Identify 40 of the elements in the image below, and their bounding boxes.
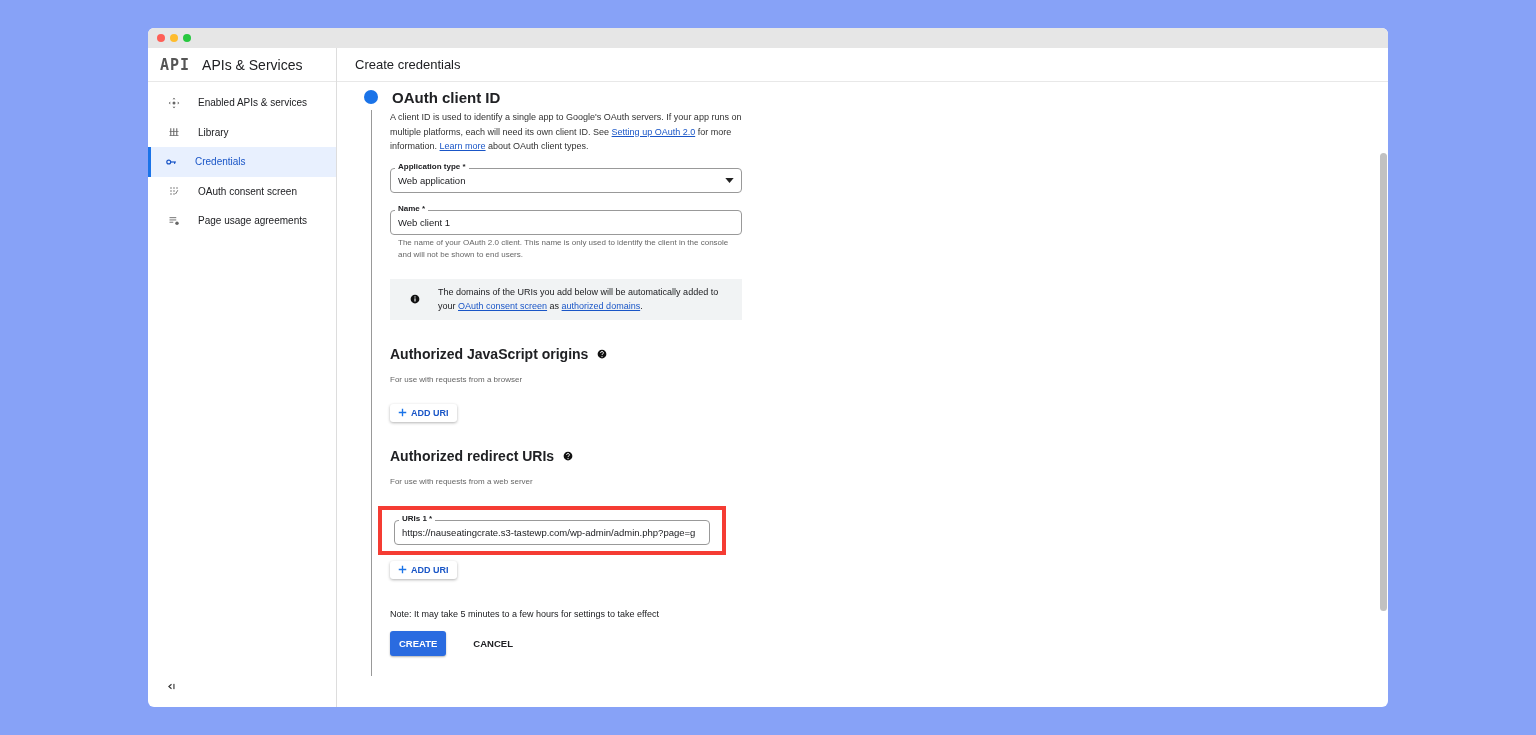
- help-link[interactable]: Learn more: [439, 141, 486, 151]
- plus-icon: [398, 565, 407, 574]
- sidebar-item[interactable]: Enabled APIs & services: [148, 88, 336, 118]
- section-heading: Authorized JavaScript origins: [390, 345, 589, 362]
- field-hint: The name of your OAuth 2.0 client. This name is only used to identify the client in the console and will not be shown to end users.: [398, 236, 730, 261]
- sidebar-item[interactable]: Credentials: [148, 147, 336, 177]
- add-uri-button[interactable]: ADD URI: [390, 403, 457, 422]
- page-title: Create credentials: [355, 57, 461, 72]
- collapse-icon[interactable]: [167, 682, 176, 691]
- step-title: OAuth client ID: [392, 88, 501, 106]
- sidebar-item[interactable]: Library: [148, 117, 336, 147]
- help-icon[interactable]: [597, 348, 608, 359]
- section-subtitle: For use with requests from a browser: [390, 374, 524, 384]
- sidebar-item[interactable]: OAuth consent screen: [148, 176, 336, 206]
- caret-icon: [725, 177, 734, 183]
- section-subtitle: For use with requests from a web server: [390, 476, 534, 486]
- maximize-icon[interactable]: [183, 34, 191, 42]
- info-icon: [410, 294, 420, 304]
- close-icon[interactable]: [157, 34, 165, 42]
- dotted-grid-icon: [168, 185, 180, 198]
- list-gear-icon: [168, 214, 180, 227]
- library-icon: [168, 126, 180, 139]
- create-button[interactable]: CREATE: [390, 630, 447, 656]
- add-uri-button[interactable]: ADD URI: [390, 560, 457, 579]
- help-link[interactable]: Setting up OAuth 2.0: [611, 126, 696, 137]
- sidebar-item[interactable]: Page usage agreements: [148, 206, 336, 236]
- intro-text: A client ID is used to identify a single app to Google's OAuth servers. If your app runs on multiple platforms, each will need its own client ID. See Setting up OAuth 2.0 for more information. Learn more about OAuth client types.: [390, 111, 742, 153]
- plus-icon: [398, 408, 407, 417]
- section-heading: Authorized redirect URIs: [390, 447, 555, 464]
- note-text: Note: It may take 5 minutes to a few hours for settings to take effect: [390, 608, 660, 619]
- scrollbar-thumb[interactable]: [1380, 153, 1387, 611]
- move-icon: [168, 96, 180, 109]
- info-text: The domains of the URIs you add below will be automatically added to your OAuth consent screen as authorized domains.: [438, 285, 720, 313]
- product-title: APIs & Services: [202, 56, 303, 73]
- api-logo: API: [160, 55, 191, 74]
- help-icon[interactable]: [563, 450, 574, 461]
- cancel-button[interactable]: CANCEL: [464, 630, 522, 656]
- step-marker-icon: [364, 90, 378, 104]
- info-link[interactable]: OAuth consent screen: [458, 301, 548, 311]
- minimize-icon[interactable]: [170, 34, 178, 42]
